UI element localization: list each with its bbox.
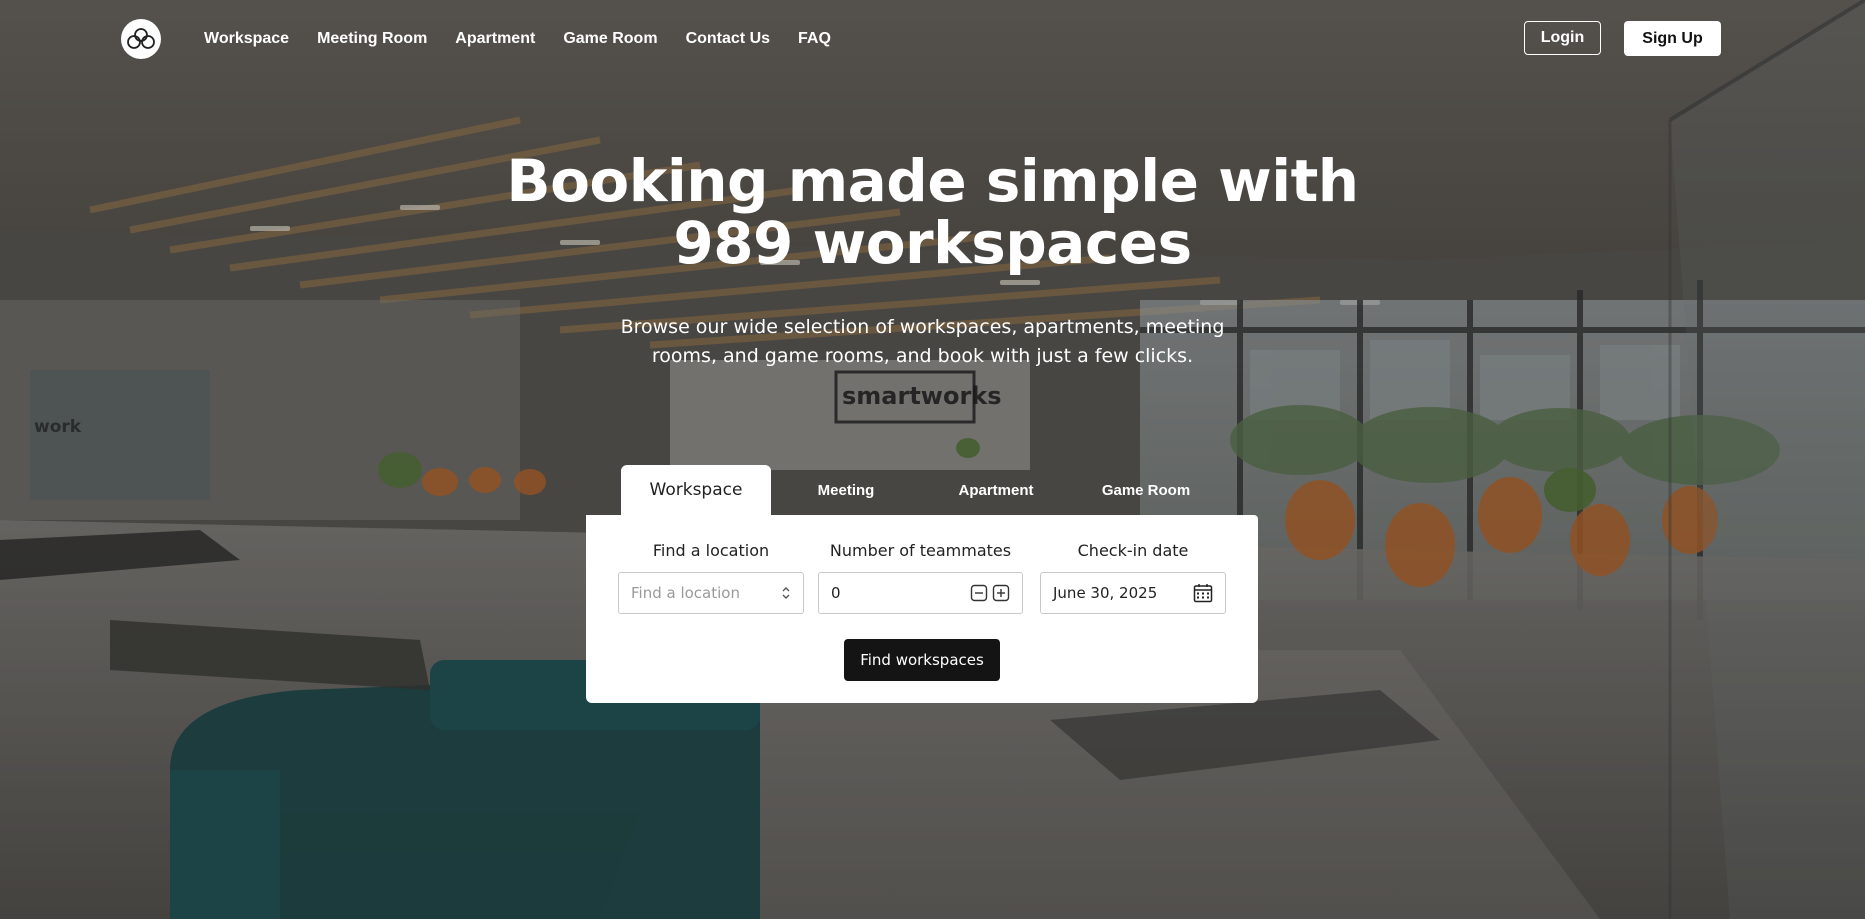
nav-link-faq[interactable]: FAQ bbox=[798, 26, 831, 52]
nav-link-meeting-room[interactable]: Meeting Room bbox=[317, 26, 427, 52]
checkin-label: Check-in date bbox=[1077, 541, 1189, 560]
teammates-stepper[interactable]: 0 bbox=[818, 572, 1023, 614]
logo-icon[interactable] bbox=[121, 19, 161, 59]
headline-line-2: 989 workspaces bbox=[673, 209, 1192, 277]
hero-section: work smartworks Workspace Meeting Room A… bbox=[0, 0, 1865, 919]
headline-line-1: Booking made simple with bbox=[506, 147, 1359, 215]
nav-link-apartment[interactable]: Apartment bbox=[455, 26, 535, 52]
login-button[interactable]: Login bbox=[1524, 21, 1601, 55]
find-workspaces-button[interactable]: Find workspaces bbox=[844, 639, 1000, 681]
nav-links: Workspace Meeting Room Apartment Game Ro… bbox=[204, 26, 859, 52]
tab-workspace[interactable]: Workspace bbox=[621, 465, 771, 515]
tab-apartment[interactable]: Apartment bbox=[921, 465, 1071, 515]
teammates-label: Number of teammates bbox=[829, 541, 1012, 560]
chevron-updown-icon bbox=[781, 585, 791, 601]
search-card: Find a location Find a location Number o… bbox=[586, 515, 1258, 703]
signup-button[interactable]: Sign Up bbox=[1624, 21, 1721, 56]
location-placeholder: Find a location bbox=[631, 584, 740, 602]
plus-icon[interactable] bbox=[992, 584, 1010, 602]
nav-link-contact-us[interactable]: Contact Us bbox=[686, 26, 770, 52]
checkin-date-field[interactable]: June 30, 2025 bbox=[1040, 572, 1226, 614]
hero-headline: Booking made simple with 989 workspaces bbox=[0, 150, 1865, 274]
tab-game-room[interactable]: Game Room bbox=[1071, 465, 1221, 515]
checkin-date-value[interactable]: June 30, 2025 bbox=[1053, 584, 1157, 602]
location-label: Find a location bbox=[652, 541, 770, 560]
subtext-line-1: Browse our wide selection of workspaces,… bbox=[620, 316, 1225, 338]
tab-meeting[interactable]: Meeting bbox=[771, 465, 921, 515]
booking-tabs: Workspace Meeting Apartment Game Room bbox=[621, 465, 1221, 515]
minus-icon[interactable] bbox=[970, 584, 988, 602]
calendar-icon[interactable] bbox=[1193, 583, 1213, 603]
subtext-line-2: rooms, and game rooms, and book with jus… bbox=[651, 345, 1194, 367]
location-select[interactable]: Find a location bbox=[618, 572, 804, 614]
photo-overlay bbox=[0, 0, 1865, 919]
hero-subtext: Browse our wide selection of workspaces,… bbox=[620, 313, 1225, 371]
nav-link-game-room[interactable]: Game Room bbox=[563, 26, 657, 52]
nav-link-workspace[interactable]: Workspace bbox=[204, 26, 289, 52]
teammates-value[interactable]: 0 bbox=[831, 584, 841, 602]
top-navbar: Workspace Meeting Room Apartment Game Ro… bbox=[0, 0, 1865, 78]
